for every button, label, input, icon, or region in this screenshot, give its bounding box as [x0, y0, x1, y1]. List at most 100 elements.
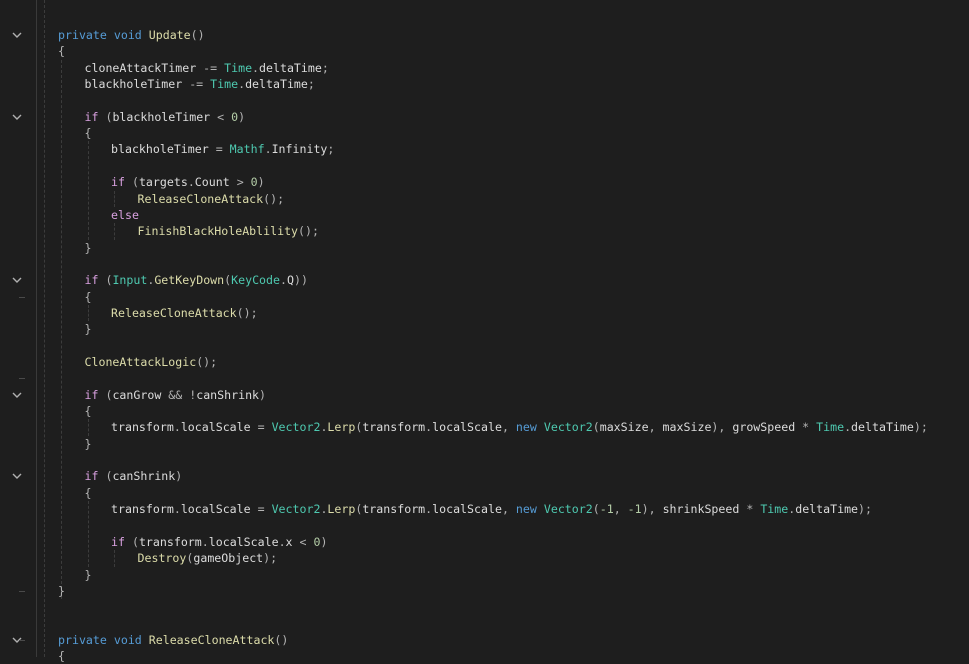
code-token: private [58, 632, 107, 647]
code-token: deltaTime [245, 77, 308, 92]
code-line[interactable]: } [85, 240, 92, 256]
code-line[interactable]: blackholeTimer = Mathf.Infinity; [111, 141, 334, 157]
code-line[interactable]: transform.localScale = Vector2.Lerp(tran… [111, 501, 872, 517]
chevron-down-icon[interactable] [11, 470, 23, 482]
code-line[interactable]: if (canShrink) [85, 468, 183, 484]
code-line[interactable]: cloneAttackTimer -= Time.deltaTime; [85, 60, 329, 76]
code-line[interactable]: ReleaseCloneAttack(); [138, 191, 285, 207]
code-token: } [84, 240, 92, 255]
code-line[interactable]: } [85, 567, 92, 583]
code-line[interactable]: { [85, 289, 92, 305]
code-token: ReleaseCloneAttack [111, 305, 237, 320]
code-line[interactable]: ReleaseCloneAttack(); [111, 305, 258, 321]
code-line[interactable]: private void ReleaseCloneAttack() [58, 632, 288, 648]
code-token: transform [111, 502, 174, 517]
code-token: { [58, 649, 65, 664]
code-token: deltaTime [795, 502, 859, 517]
code-line[interactable]: { [85, 485, 92, 501]
code-line[interactable]: if (canGrow && !canShrink) [85, 387, 267, 403]
code-token: . [278, 534, 286, 549]
code-line[interactable]: FinishBlackHoleAblility(); [138, 223, 320, 239]
code-line[interactable]: if (Input.GetKeyDown(KeyCode.Q)) [85, 272, 308, 288]
code-token: ; [307, 77, 315, 92]
code-token: ) [238, 109, 246, 124]
chevron-down-icon[interactable] [11, 274, 23, 286]
code-token: new [515, 502, 537, 517]
code-token: -1 [599, 502, 614, 517]
code-token: Time [816, 420, 845, 435]
indent-guide [88, 304, 89, 322]
code-token: new [515, 420, 537, 435]
indent-guide [114, 550, 115, 567]
code-token: } [84, 567, 92, 582]
code-line[interactable]: } [85, 321, 92, 337]
code-line[interactable]: Destroy(gameObject); [138, 550, 278, 566]
code-token: . [264, 142, 272, 157]
indent-guide [61, 59, 62, 600]
chevron-down-icon[interactable] [11, 29, 23, 41]
code-token: else [111, 207, 139, 222]
code-line[interactable]: if (targets.Count > 0) [111, 174, 265, 190]
code-line[interactable]: blackholeTimer -= Time.deltaTime; [85, 76, 315, 92]
code-line[interactable]: transform.localScale = Vector2.Lerp(tran… [111, 419, 928, 435]
code-line[interactable]: if (blackholeTimer < 0) [85, 109, 246, 125]
code-line[interactable]: else [111, 207, 139, 223]
code-token: Update [148, 28, 191, 42]
code-line[interactable]: { [85, 403, 92, 419]
code-token: localScale [432, 420, 502, 435]
code-line[interactable]: { [85, 125, 92, 141]
code-token: (); [298, 224, 319, 239]
code-token: (); [236, 305, 258, 320]
code-token: ) [257, 175, 265, 190]
code-token: canShrink [196, 387, 260, 402]
indent-guide [88, 141, 89, 240]
code-token: ( [131, 534, 139, 549]
code-token: ); [263, 551, 278, 566]
code-token: { [84, 126, 92, 141]
code-token: deltaTime [259, 60, 322, 75]
code-token: ) [320, 534, 328, 549]
code-token: KeyCode [231, 273, 280, 288]
code-token: Input [112, 273, 148, 288]
code-token: maxSize [599, 420, 649, 435]
code-token: -1 [627, 502, 642, 517]
indent-guide [114, 190, 115, 207]
code-token: if [111, 534, 125, 549]
indent-guide [44, 0, 45, 657]
code-line[interactable]: private void Update() [58, 27, 205, 43]
code-token: , [648, 420, 656, 435]
chevron-down-icon[interactable] [11, 111, 23, 123]
code-token: GetKeyDown [154, 273, 225, 288]
code-line[interactable]: CloneAttackLogic(); [85, 354, 218, 370]
code-token: void [113, 28, 142, 42]
code-token: . [173, 502, 181, 517]
code-token: localScale [180, 502, 258, 517]
code-token: maxSize [655, 420, 712, 435]
gutter-separator [36, 0, 37, 657]
code-line[interactable]: if (transform.localScale.x < 0) [111, 534, 327, 550]
code-token: if [111, 175, 125, 190]
code-token: = [215, 142, 223, 157]
code-token: { [58, 44, 65, 59]
code-line[interactable]: } [85, 436, 92, 452]
chevron-down-icon[interactable] [11, 389, 23, 401]
code-editor[interactable]: private void Update(){cloneAttackTimer -… [0, 0, 969, 663]
code-line[interactable]: { [58, 648, 65, 664]
code-token: = [257, 420, 265, 435]
code-token: (); [196, 355, 218, 369]
code-line[interactable]: { [58, 43, 65, 59]
code-token: -= [189, 77, 204, 92]
code-token: deltaTime [851, 420, 914, 435]
code-token: . [238, 77, 246, 92]
code-token: { [84, 289, 92, 304]
code-token: localScale [432, 502, 502, 517]
code-token: > [236, 175, 244, 190]
code-line[interactable]: } [58, 583, 65, 599]
code-token: targets [138, 175, 188, 190]
